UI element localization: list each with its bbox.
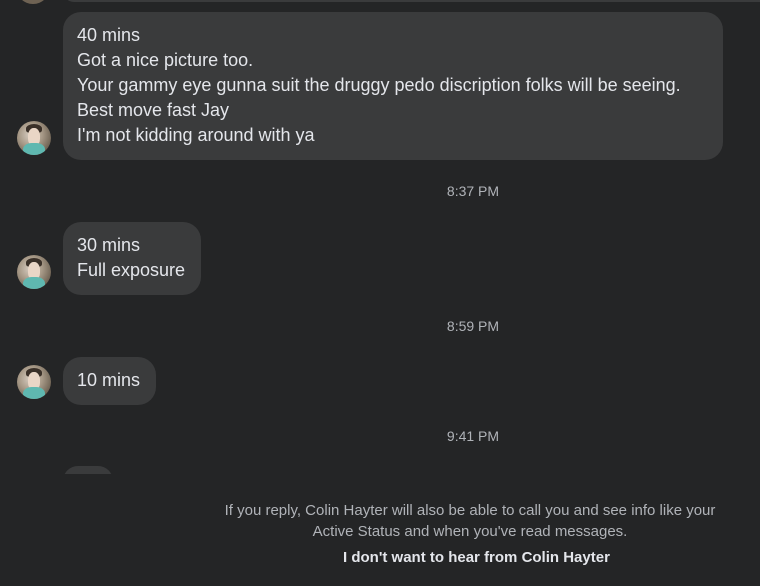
message-text: 40 mins (77, 25, 141, 45)
message-text: Your gammy eye gunna suit the druggy ped… (77, 75, 681, 95)
message-text: I'm not kidding around with ya (77, 125, 315, 145)
message-timestamp: 8:59 PM (446, 318, 500, 334)
message-text: Got a nice picture too. (77, 50, 254, 70)
message-text: Best move fast Jay (77, 100, 230, 120)
message-timestamp: 9:41 PM (446, 428, 500, 444)
message-thread[interactable]: 40 mins Got a nice picture too. Your gam… (0, 0, 760, 474)
message-timestamp: 8:37 PM (446, 183, 500, 199)
message-bubble[interactable]: 10 mins (63, 357, 156, 405)
message-request-footer: If you reply, Colin Hayter will also be … (0, 474, 760, 586)
notice-text: Active Status and when you've read messa… (312, 523, 628, 540)
message-text: 10 mins (77, 370, 141, 390)
reply-notice: If you reply, Colin Hayter will also be … (190, 500, 750, 542)
message-bubble[interactable]: 40 mins Got a nice picture too. Your gam… (63, 12, 723, 160)
avatar (16, 0, 50, 4)
notice-text: If you reply, Colin Hayter will also be … (224, 502, 716, 519)
sender-avatar[interactable] (17, 121, 51, 155)
sender-avatar[interactable] (17, 255, 51, 289)
message-bubble-partial (63, 0, 760, 2)
message-text: Full exposure (77, 260, 186, 280)
message-bubble-partial (63, 466, 113, 474)
message-text: 30 mins (77, 235, 141, 255)
message-bubble[interactable]: 30 mins Full exposure (63, 222, 201, 295)
block-sender-link[interactable]: I don't want to hear from Colin Hayter (343, 548, 610, 568)
messenger-conversation: 40 mins Got a nice picture too. Your gam… (0, 0, 760, 586)
sender-avatar[interactable] (17, 365, 51, 399)
